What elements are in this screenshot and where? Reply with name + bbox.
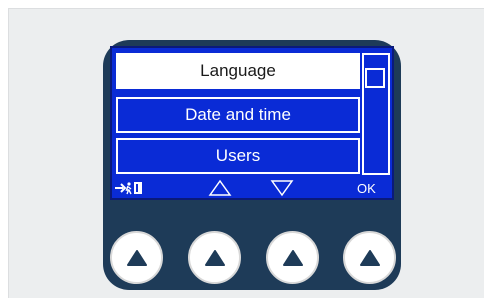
menu-item-label: Users — [215, 146, 261, 165]
triangle-up-filled-icon — [204, 249, 225, 266]
triangle-down-outline-icon — [270, 178, 294, 198]
triangle-up-outline-icon — [208, 178, 232, 198]
menu-item-users[interactable]: Users — [116, 138, 360, 174]
hardware-button-exit[interactable] — [110, 231, 163, 284]
scrollbar-thumb[interactable] — [365, 68, 385, 88]
hardware-button-up[interactable] — [188, 231, 241, 284]
softkey-ok-label: OK — [357, 180, 376, 196]
menu-item-date-and-time[interactable]: Date and time — [116, 97, 360, 133]
hardware-button-down[interactable] — [266, 231, 319, 284]
softkey-bar: OK — [112, 178, 392, 198]
triangle-up-filled-icon — [359, 249, 380, 266]
exit-door-icon — [114, 178, 144, 198]
triangle-up-filled-icon — [282, 249, 303, 266]
menu-item-language[interactable]: Language — [116, 53, 360, 89]
hardware-button-ok[interactable] — [343, 231, 396, 284]
triangle-up-filled-icon — [126, 249, 147, 266]
menu-item-label: Language — [200, 61, 276, 80]
menu-item-label: Date and time — [185, 105, 291, 124]
